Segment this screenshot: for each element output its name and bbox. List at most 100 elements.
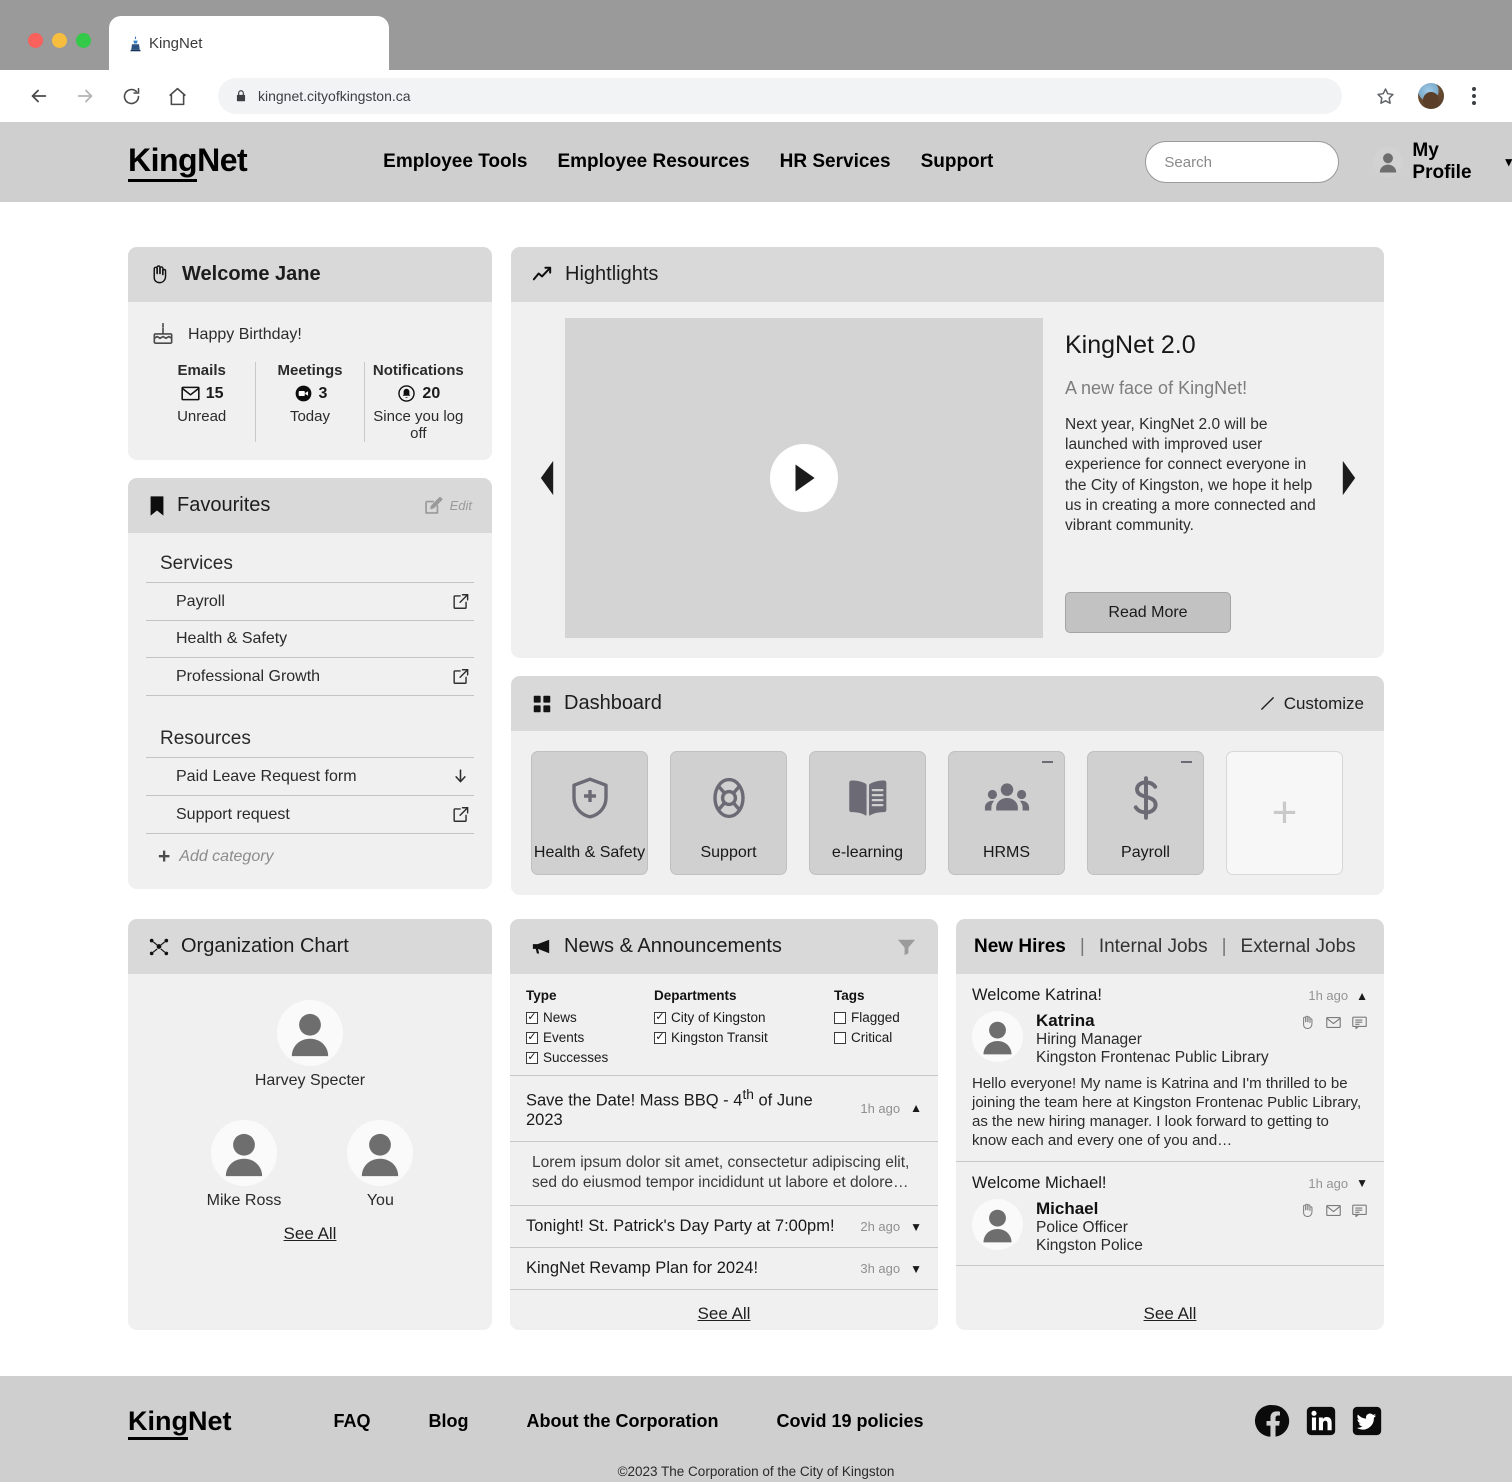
- profile-menu[interactable]: My Profile ▾: [1373, 140, 1512, 184]
- edit-pencil-icon[interactable]: [423, 495, 444, 516]
- checkbox-icon[interactable]: [834, 1012, 846, 1024]
- checkbox-icon[interactable]: [526, 1032, 538, 1044]
- footer-link-blog[interactable]: Blog: [429, 1411, 469, 1432]
- nav-hr-services[interactable]: HR Services: [780, 151, 891, 173]
- tile-payroll[interactable]: Payroll: [1087, 751, 1204, 875]
- remove-tile-icon[interactable]: [1181, 761, 1192, 763]
- chevron-up-icon[interactable]: ▲: [1356, 989, 1368, 1003]
- customize-button[interactable]: Customize: [1259, 694, 1364, 714]
- footer-link-faq[interactable]: FAQ: [334, 1411, 371, 1432]
- browser-tab[interactable]: KingNet: [109, 16, 389, 70]
- checkbox-icon[interactable]: [654, 1012, 666, 1024]
- window-traffic-lights[interactable]: [0, 33, 91, 70]
- play-icon[interactable]: [791, 463, 818, 493]
- maximize-window-button[interactable]: [76, 33, 91, 48]
- highlight-video[interactable]: [565, 318, 1043, 638]
- address-bar[interactable]: kingnet.cityofkingston.ca: [218, 78, 1342, 114]
- filter-option-city-of-kingston[interactable]: City of Kingston: [654, 1010, 834, 1025]
- nav-support[interactable]: Support: [921, 151, 994, 173]
- external-link-icon[interactable]: [451, 805, 470, 824]
- site-search[interactable]: [1145, 141, 1339, 183]
- chevron-right-icon[interactable]: [1337, 459, 1360, 497]
- tile-health-safety[interactable]: Health & Safety: [531, 751, 648, 875]
- tile-e-learning[interactable]: e-learning: [809, 751, 926, 875]
- external-link-icon[interactable]: [451, 667, 470, 686]
- filter-option-kingston-transit[interactable]: Kingston Transit: [654, 1030, 834, 1045]
- linkedin-icon[interactable]: [1304, 1404, 1338, 1438]
- news-see-all[interactable]: See All: [510, 1290, 938, 1330]
- chevron-down-icon[interactable]: ▼: [1356, 1176, 1368, 1190]
- org-node-manager[interactable]: Harvey Specter: [255, 1000, 365, 1090]
- fav-item-paid-leave-request[interactable]: Paid Leave Request form: [146, 758, 474, 796]
- filter-option-news[interactable]: News: [526, 1010, 654, 1025]
- remove-tile-icon[interactable]: [1042, 761, 1053, 763]
- org-chart-see-all[interactable]: See All: [284, 1210, 337, 1250]
- home-icon[interactable]: [162, 81, 192, 111]
- tile-support[interactable]: Support: [670, 751, 787, 875]
- carousel-prev-button[interactable]: [529, 459, 565, 497]
- envelope-icon[interactable]: [1325, 1014, 1342, 1031]
- external-link-icon[interactable]: [451, 592, 470, 611]
- footer-link-about[interactable]: About the Corporation: [527, 1411, 719, 1432]
- carousel-next-button[interactable]: [1330, 459, 1366, 497]
- wave-hand-icon[interactable]: [1299, 1202, 1316, 1219]
- footer-logo[interactable]: KingNet: [128, 1406, 232, 1437]
- wave-hand-icon[interactable]: [1299, 1014, 1316, 1031]
- news-item-bbq[interactable]: Save the Date! Mass BBQ - 4th of June 20…: [510, 1076, 938, 1142]
- news-item-st-patricks[interactable]: Tonight! St. Patrick's Day Party at 7:00…: [510, 1206, 938, 1248]
- forward-arrow-icon[interactable]: [70, 81, 100, 111]
- checkbox-icon[interactable]: [654, 1032, 666, 1044]
- chat-bubble-icon[interactable]: [1351, 1014, 1368, 1031]
- footer-link-covid[interactable]: Covid 19 policies: [777, 1411, 924, 1432]
- filter-icon[interactable]: [895, 935, 918, 958]
- org-node-report-2[interactable]: You: [347, 1120, 413, 1210]
- back-arrow-icon[interactable]: [24, 81, 54, 111]
- fav-item-health-safety[interactable]: Health & Safety: [146, 621, 474, 658]
- nav-employee-tools[interactable]: Employee Tools: [383, 151, 527, 173]
- reload-icon[interactable]: [116, 81, 146, 111]
- checkbox-icon[interactable]: [834, 1032, 846, 1044]
- close-window-button[interactable]: [28, 33, 43, 48]
- chevron-down-icon[interactable]: ▼: [910, 1220, 922, 1234]
- fav-item-payroll[interactable]: Payroll: [146, 583, 474, 621]
- checkbox-icon[interactable]: [526, 1012, 538, 1024]
- add-category-button[interactable]: + Add category: [146, 834, 474, 873]
- facebook-icon[interactable]: [1254, 1402, 1292, 1440]
- twitter-icon[interactable]: [1350, 1404, 1384, 1438]
- tab-internal-jobs[interactable]: Internal Jobs: [1099, 936, 1208, 958]
- fav-item-support-request[interactable]: Support request: [146, 796, 474, 834]
- tab-external-jobs[interactable]: External Jobs: [1241, 936, 1356, 958]
- filter-option-flagged[interactable]: Flagged: [834, 1010, 900, 1025]
- tab-new-hires[interactable]: New Hires: [974, 936, 1066, 958]
- filter-option-successes[interactable]: Successes: [526, 1050, 654, 1065]
- read-more-button[interactable]: Read More: [1065, 592, 1231, 633]
- chevron-down-icon[interactable]: ▼: [910, 1262, 922, 1276]
- filter-option-critical[interactable]: Critical: [834, 1030, 900, 1045]
- chevron-left-icon[interactable]: [536, 459, 559, 497]
- favourites-edit-button[interactable]: Edit: [423, 495, 472, 516]
- pencil-icon[interactable]: [1259, 695, 1276, 712]
- chat-bubble-icon[interactable]: [1351, 1202, 1368, 1219]
- hires-see-all[interactable]: See All: [956, 1290, 1384, 1330]
- wave-hand-icon: [148, 263, 171, 286]
- chevron-up-icon[interactable]: ▲: [910, 1101, 922, 1115]
- checkbox-icon[interactable]: [526, 1052, 538, 1064]
- nav-employee-resources[interactable]: Employee Resources: [557, 151, 749, 173]
- add-tile-button[interactable]: +: [1226, 751, 1343, 875]
- chevron-down-icon[interactable]: ▾: [1505, 154, 1512, 170]
- star-icon[interactable]: [1368, 79, 1402, 113]
- search-input[interactable]: [1164, 154, 1363, 171]
- download-icon[interactable]: [451, 767, 470, 786]
- fav-item-professional-growth[interactable]: Professional Growth: [146, 658, 474, 696]
- minimize-window-button[interactable]: [52, 33, 67, 48]
- tile-hrms[interactable]: HRMS: [948, 751, 1065, 875]
- chrome-profile-avatar[interactable]: [1418, 83, 1444, 109]
- news-item-revamp-plan[interactable]: KingNet Revamp Plan for 2024! 3h ago ▼: [510, 1248, 938, 1290]
- hires-tabs: New Hires | Internal Jobs | External Job…: [956, 919, 1384, 974]
- site-logo[interactable]: KingNet: [128, 142, 247, 182]
- kebab-menu-icon[interactable]: [1460, 82, 1488, 110]
- filter-option-events[interactable]: Events: [526, 1030, 654, 1045]
- play-button[interactable]: [770, 444, 838, 512]
- envelope-icon[interactable]: [1325, 1202, 1342, 1219]
- org-node-report-1[interactable]: Mike Ross: [207, 1120, 282, 1210]
